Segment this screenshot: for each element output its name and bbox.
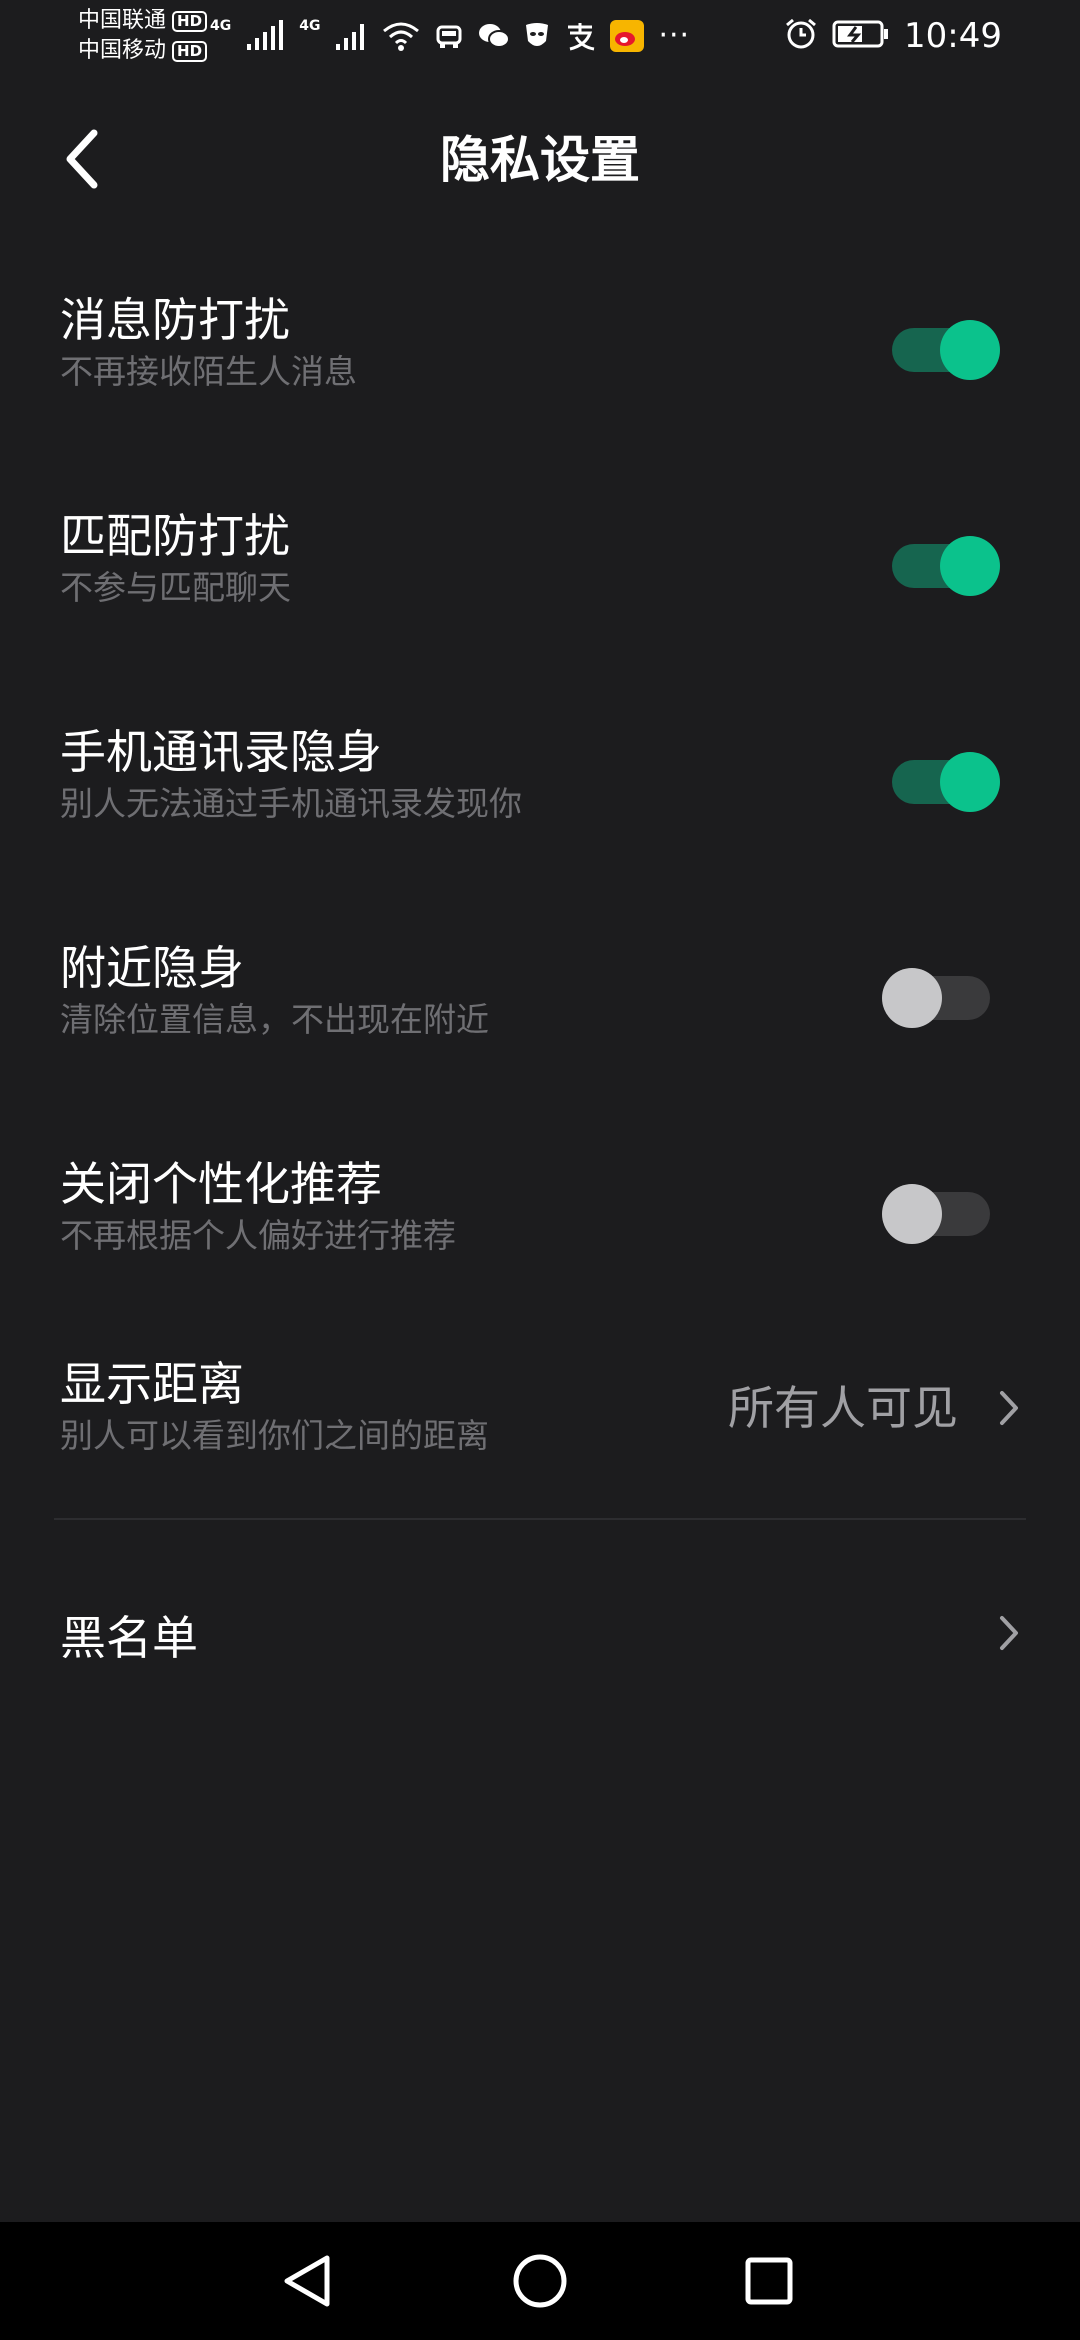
- weibo-icon: [610, 20, 645, 52]
- nav-home-button[interactable]: [505, 2246, 575, 2316]
- notification-icons: 4G 4G ···: [210, 16, 690, 56]
- system-status: 10:49: [784, 14, 1002, 58]
- network-type-label: 4G: [299, 18, 321, 34]
- alarm-icon: [784, 17, 818, 55]
- setting-title: 关闭个性化推荐: [60, 1157, 382, 1211]
- header: 隐私设置: [0, 100, 1080, 220]
- blacklist-row[interactable]: 黑名单: [0, 1600, 1080, 1676]
- contacts-invisible-toggle[interactable]: [892, 752, 1000, 812]
- system-navigation-bar: [0, 2222, 1080, 2340]
- status-bar: 中国联通 HD 中国移动 HD 4G 4G ··· 10:49: [0, 0, 1080, 72]
- setting-contacts-invisible: 手机通讯录隐身 别人无法通过手机通讯录发现你: [0, 722, 1080, 902]
- divider: [54, 1518, 1026, 1520]
- square-recents-icon: [745, 2257, 793, 2305]
- network-type-label: 4G: [210, 18, 232, 34]
- car-icon: [434, 21, 464, 51]
- chevron-right-icon: [1000, 1616, 1018, 1650]
- mask-app-icon: [524, 21, 550, 51]
- blacklist-label: 黑名单: [60, 1611, 198, 1665]
- circle-home-icon: [513, 2254, 567, 2308]
- setting-match-dnd: 匹配防打扰 不参与匹配聊天: [0, 506, 1080, 686]
- hd-badge: HD: [172, 40, 208, 62]
- nearby-invisible-toggle[interactable]: [882, 968, 990, 1028]
- wifi-icon: [382, 21, 420, 51]
- alipay-icon: [564, 21, 596, 51]
- hd-badge: HD: [172, 10, 208, 32]
- match-dnd-toggle[interactable]: [892, 536, 1000, 596]
- page-title: 隐私设置: [440, 131, 640, 189]
- setting-message-dnd: 消息防打扰 不再接收陌生人消息: [0, 290, 1080, 470]
- setting-title: 附近隐身: [60, 941, 244, 995]
- message-dnd-toggle[interactable]: [892, 320, 1000, 380]
- signal-icon: [245, 20, 285, 52]
- personalized-recommendation-toggle[interactable]: [882, 1184, 990, 1244]
- carrier-2-label: 中国移动: [78, 38, 167, 63]
- setting-title: 匹配防打扰: [60, 509, 290, 563]
- toggle-knob: [940, 320, 1000, 380]
- chevron-right-icon: [1000, 1391, 1018, 1425]
- setting-show-distance[interactable]: 显示距离 别人可以看到你们之间的距离 所有人可见: [0, 1354, 1080, 1534]
- clock: 10:49: [904, 16, 1002, 56]
- wechat-icon: [478, 21, 511, 51]
- carrier-info: 中国联通 HD 中国移动 HD: [78, 6, 208, 66]
- battery-charging-icon: [832, 20, 890, 52]
- nav-recents-button[interactable]: [734, 2246, 804, 2316]
- toggle-knob: [940, 536, 1000, 596]
- toggle-knob: [940, 752, 1000, 812]
- toggle-knob: [882, 968, 942, 1028]
- setting-description: 不再接收陌生人消息: [60, 352, 357, 391]
- nav-back-button[interactable]: [272, 2246, 342, 2316]
- setting-nearby-invisible: 附近隐身 清除位置信息，不出现在附近: [0, 938, 1080, 1118]
- distance-visibility-selector[interactable]: 所有人可见: [728, 1378, 1020, 1438]
- setting-title: 消息防打扰: [60, 293, 290, 347]
- setting-title: 显示距离: [60, 1357, 244, 1411]
- toggle-knob: [882, 1184, 942, 1244]
- setting-description: 不参与匹配聊天: [60, 568, 291, 607]
- carrier-1-label: 中国联通: [78, 8, 167, 33]
- setting-personalized-recommendation: 关闭个性化推荐 不再根据个人偏好进行推荐: [0, 1154, 1080, 1334]
- setting-description: 别人可以看到你们之间的距离: [60, 1416, 489, 1455]
- setting-description: 不再根据个人偏好进行推荐: [60, 1216, 456, 1255]
- setting-description: 清除位置信息，不出现在附近: [60, 1000, 489, 1039]
- setting-description: 别人无法通过手机通讯录发现你: [60, 784, 522, 823]
- more-notifications-icon: ···: [658, 18, 691, 53]
- triangle-back-icon: [284, 2255, 330, 2307]
- setting-title: 手机通讯录隐身: [60, 725, 382, 779]
- signal-icon: [334, 20, 368, 52]
- distance-visibility-value: 所有人可见: [728, 1381, 958, 1435]
